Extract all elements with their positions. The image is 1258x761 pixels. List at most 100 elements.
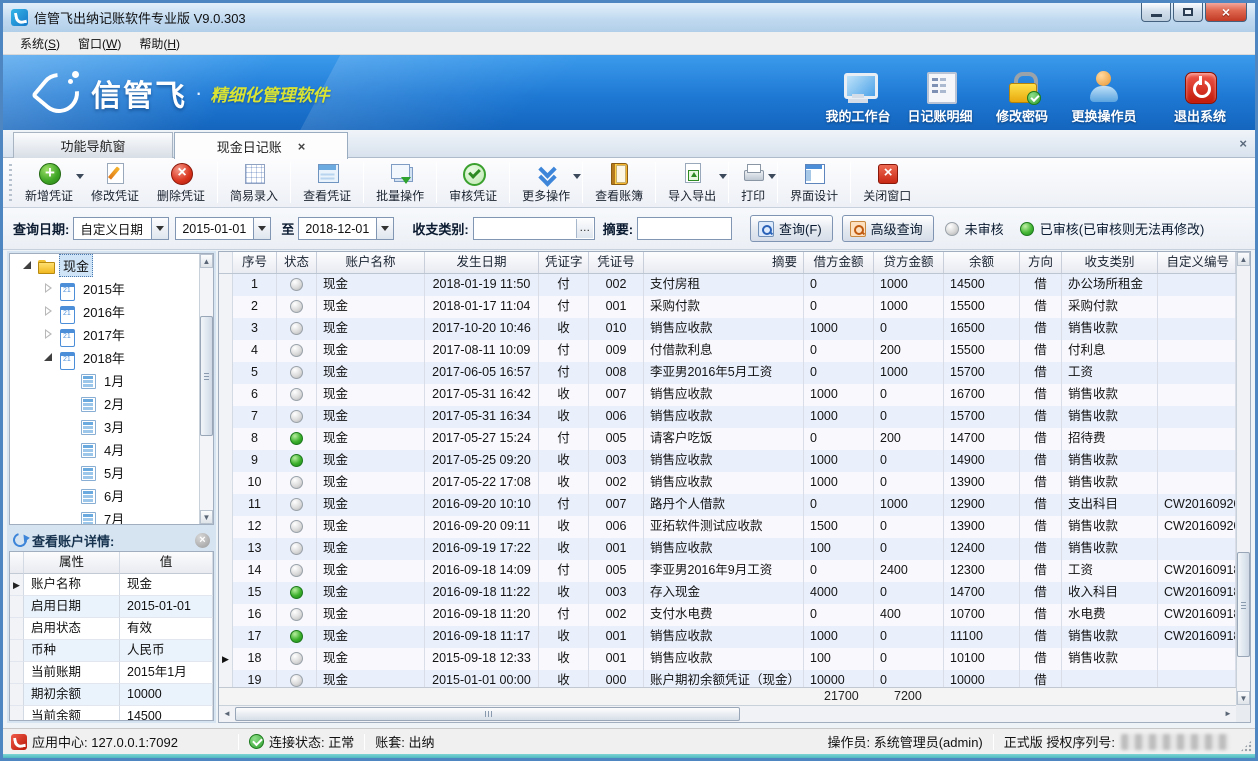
detail-row[interactable]: 启用日期2015-01-01: [10, 596, 213, 618]
tree-item[interactable]: 2017年: [10, 323, 213, 346]
column-header-code[interactable]: 自定义编号: [1158, 252, 1236, 273]
category-ellipsis-button[interactable]: …: [576, 219, 593, 238]
toolbar-button-batch[interactable]: 批量操作: [367, 158, 433, 207]
table-row[interactable]: 2现金2018-01-17 11:04付001采购付款0100015500借采购…: [219, 296, 1236, 318]
column-header-account[interactable]: 账户名称: [317, 252, 425, 273]
menu-item-H[interactable]: 帮助(H): [130, 32, 189, 55]
tree-item[interactable]: 2月: [10, 392, 213, 415]
tree-scrollbar[interactable]: ▲ ▼: [199, 254, 213, 524]
toolbar-button-grid[interactable]: 简易录入: [221, 158, 287, 207]
toolbar-button-impexp[interactable]: 导入导出: [659, 158, 725, 207]
toolbar-button-design[interactable]: 界面设计: [781, 158, 847, 207]
advanced-search-button[interactable]: 高级查询: [842, 215, 934, 242]
scroll-left-icon[interactable]: ◄: [220, 707, 234, 721]
column-header-dir[interactable]: 方向: [1020, 252, 1062, 273]
toolbar-button-view[interactable]: 查看凭证: [294, 158, 360, 207]
scroll-down-icon[interactable]: ▼: [1237, 691, 1250, 705]
scroll-up-icon[interactable]: ▲: [1237, 252, 1250, 266]
date-to-dropdown-icon[interactable]: [376, 218, 393, 239]
workbench-button[interactable]: 我的工作台: [817, 71, 899, 125]
toolbar-button-audit[interactable]: 审核凭证: [440, 158, 506, 207]
date-mode-select[interactable]: 自定义日期: [73, 217, 169, 240]
date-mode-dropdown-icon[interactable]: [151, 218, 168, 239]
column-header-balance[interactable]: 余额: [944, 252, 1020, 273]
toolbar-button-add[interactable]: 新增凭证: [16, 158, 82, 207]
tree-expander-icon[interactable]: [43, 329, 54, 340]
tab-close-icon[interactable]: ×: [298, 139, 306, 154]
table-row[interactable]: 6现金2017-05-31 16:42收007销售应收款1000016700借销…: [219, 384, 1236, 406]
journal-button[interactable]: 日记账明细: [899, 71, 981, 125]
tree-item[interactable]: 2018年: [10, 346, 213, 369]
date-from-select[interactable]: 2015-01-01: [175, 217, 271, 240]
scroll-right-icon[interactable]: ►: [1221, 707, 1235, 721]
dropdown-caret-icon[interactable]: [768, 174, 776, 179]
table-row[interactable]: 16现金2016-09-18 11:20付002支付水电费040010700借水…: [219, 604, 1236, 626]
column-header-no[interactable]: 凭证号: [589, 252, 644, 273]
dropdown-caret-icon[interactable]: [719, 174, 727, 179]
table-row[interactable]: 17现金2016-09-18 11:17收001销售应收款1000011100借…: [219, 626, 1236, 648]
menu-item-S[interactable]: 系统(S): [11, 32, 69, 55]
table-row[interactable]: 7现金2017-05-31 16:34收006销售应收款1000015700借销…: [219, 406, 1236, 428]
minimize-button[interactable]: [1141, 3, 1171, 22]
toolbar-button-edit[interactable]: 修改凭证: [82, 158, 148, 207]
table-row[interactable]: 4现金2017-08-11 10:09付009付借款利息020015500借付利…: [219, 340, 1236, 362]
maximize-button[interactable]: [1173, 3, 1203, 22]
table-row[interactable]: 3现金2017-10-20 10:46收010销售应收款1000016500借销…: [219, 318, 1236, 340]
table-row[interactable]: 19现金2015-01-01 00:00收000账户期初余额凭证（现金）1000…: [219, 670, 1236, 687]
detail-row[interactable]: 当前账期2015年1月: [10, 662, 213, 684]
table-row[interactable]: 10现金2017-05-22 17:08收002销售应收款1000013900借…: [219, 472, 1236, 494]
toolbar-button-book[interactable]: 查看账簿: [586, 158, 652, 207]
column-header-category[interactable]: 收支类别: [1062, 252, 1158, 273]
detail-row[interactable]: ▶账户名称现金: [10, 574, 213, 596]
toolbar-button-print[interactable]: 打印: [732, 158, 774, 207]
column-header-status[interactable]: 状态: [277, 252, 317, 273]
tree-item[interactable]: 6月: [10, 484, 213, 507]
tree-item[interactable]: 3月: [10, 415, 213, 438]
date-to-select[interactable]: 2018-12-01: [298, 217, 394, 240]
tabstrip-close-icon[interactable]: ×: [1239, 136, 1247, 151]
column-header-seq[interactable]: 序号: [233, 252, 277, 273]
dropdown-caret-icon[interactable]: [573, 174, 581, 179]
table-row[interactable]: 9现金2017-05-25 09:20收003销售应收款1000014900借销…: [219, 450, 1236, 472]
password-button[interactable]: 修改密码: [981, 71, 1063, 125]
column-header-word[interactable]: 凭证字: [539, 252, 589, 273]
h-scrollbar[interactable]: ◄ ►: [219, 705, 1236, 722]
detail-row[interactable]: 期初余额10000: [10, 684, 213, 706]
table-row[interactable]: 15现金2016-09-18 11:22收003存入现金4000014700借收…: [219, 582, 1236, 604]
refresh-icon[interactable]: [10, 530, 29, 549]
date-from-dropdown-icon[interactable]: [253, 218, 270, 239]
table-row[interactable]: ▶18现金2015-09-18 12:33收001销售应收款100010100借…: [219, 648, 1236, 670]
table-row[interactable]: 12现金2016-09-20 09:11收006亚拓软件测试应收款1500013…: [219, 516, 1236, 538]
column-header-summary[interactable]: 摘要: [644, 252, 804, 273]
tree-expander-icon[interactable]: [43, 306, 54, 317]
tree-expander-icon[interactable]: [43, 283, 54, 294]
column-header-date[interactable]: 发生日期: [425, 252, 539, 273]
operator-button[interactable]: 更换操作员: [1063, 71, 1145, 125]
resize-grip[interactable]: [1240, 740, 1252, 752]
category-input[interactable]: …: [473, 217, 595, 240]
table-row[interactable]: 8现金2017-05-27 15:24付005请客户吃饭020014700借招待…: [219, 428, 1236, 450]
menu-item-W[interactable]: 窗口(W): [69, 32, 130, 55]
tree-item[interactable]: 4月: [10, 438, 213, 461]
table-row[interactable]: 1现金2018-01-19 11:50付002支付房租0100014500借办公…: [219, 274, 1236, 296]
toolbar-button-closewin[interactable]: 关闭窗口: [854, 158, 920, 207]
search-button[interactable]: 查询(F): [750, 215, 833, 242]
exit-button[interactable]: 退出系统: [1159, 71, 1241, 125]
tab-0[interactable]: 功能导航窗: [13, 132, 173, 158]
tab-1[interactable]: 现金日记账×: [174, 132, 348, 159]
toolbar-grip[interactable]: [7, 164, 14, 201]
detail-row[interactable]: 当前余额14500: [10, 706, 213, 721]
v-scrollbar[interactable]: ▲ ▼: [1236, 252, 1250, 705]
detail-close-icon[interactable]: ×: [195, 533, 210, 548]
table-row[interactable]: 11现金2016-09-20 10:10付007路丹个人借款0100012900…: [219, 494, 1236, 516]
detail-row[interactable]: 币种人民币: [10, 640, 213, 662]
column-header-credit[interactable]: 贷方金额: [874, 252, 944, 273]
tree-item[interactable]: 2016年: [10, 300, 213, 323]
tree-expander-icon[interactable]: [22, 260, 33, 271]
tree-item[interactable]: 7月: [10, 507, 213, 525]
table-row[interactable]: 14现金2016-09-18 14:09付005李亚男2016年9月工资0240…: [219, 560, 1236, 582]
tree-item[interactable]: 1月: [10, 369, 213, 392]
tree-expander-icon[interactable]: [43, 352, 54, 363]
column-header-debit[interactable]: 借方金额: [804, 252, 874, 273]
toolbar-button-more[interactable]: 更多操作: [513, 158, 579, 207]
